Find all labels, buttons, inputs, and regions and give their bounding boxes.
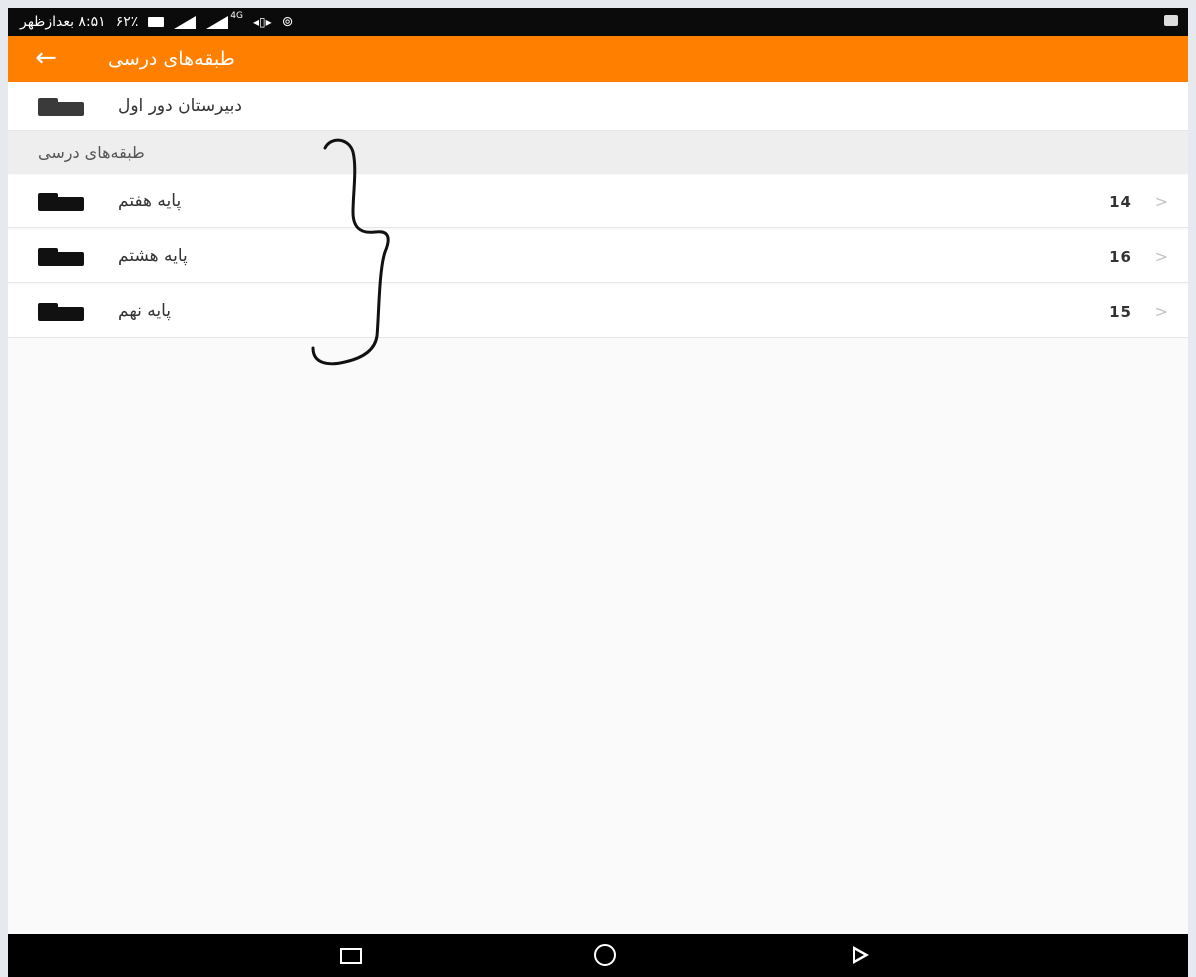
status-bar: ۸:۵۱ بعدازظهر ۶۲٪ 4G ◂▯▸ ⊚ bbox=[8, 8, 1188, 36]
folder-icon bbox=[38, 98, 84, 116]
item-count: 14 bbox=[1109, 193, 1132, 211]
notification-icon bbox=[1164, 15, 1178, 26]
arrow-left-icon: ← bbox=[35, 43, 57, 73]
section-title: طبقه‌های درسی bbox=[38, 143, 145, 162]
folder-icon bbox=[38, 303, 84, 321]
status-time: ۸:۵۱ بعدازظهر bbox=[20, 14, 106, 30]
battery-icon bbox=[148, 17, 165, 27]
item-count: 16 bbox=[1109, 248, 1132, 266]
signal-icon bbox=[206, 15, 229, 29]
school-label: دبیرستان دور اول bbox=[118, 96, 242, 116]
back-button[interactable]: ← bbox=[30, 42, 62, 74]
app-bar: ← طبقه‌های درسی bbox=[8, 36, 1188, 82]
home-icon[interactable] bbox=[594, 944, 616, 966]
folder-icon bbox=[38, 248, 84, 266]
status-right bbox=[1164, 15, 1178, 26]
navigation-bar bbox=[8, 934, 1188, 977]
list-item-school[interactable]: دبیرستان دور اول bbox=[8, 82, 1188, 131]
recent-apps-icon[interactable] bbox=[340, 948, 362, 964]
list-item-grade-8[interactable]: پایه هشتم 16 > bbox=[8, 230, 1188, 283]
vibrate-icon: ◂▯▸ bbox=[252, 15, 272, 29]
chevron-right-icon: > bbox=[1154, 302, 1168, 321]
status-left: ۸:۵۱ بعدازظهر ۶۲٪ 4G ◂▯▸ ⊚ bbox=[20, 11, 294, 32]
network-type: 4G bbox=[230, 11, 243, 21]
status-data-counter: ۶۲٪ bbox=[115, 14, 139, 30]
signal-icon bbox=[174, 15, 197, 29]
item-count: 15 bbox=[1109, 303, 1132, 321]
section-header: طبقه‌های درسی bbox=[8, 131, 1188, 174]
handwritten-brace-annotation bbox=[311, 138, 390, 366]
chevron-right-icon: > bbox=[1154, 247, 1168, 266]
folder-icon bbox=[38, 193, 84, 211]
list-item-grade-9[interactable]: پایه نهم 15 > bbox=[8, 285, 1188, 338]
grade-label: پایه نهم bbox=[118, 301, 172, 321]
back-icon[interactable] bbox=[853, 946, 869, 964]
page-title: طبقه‌های درسی bbox=[108, 48, 235, 70]
list-item-grade-7[interactable]: پایه هفتم 14 > bbox=[8, 175, 1188, 228]
chevron-right-icon: > bbox=[1154, 192, 1168, 211]
app-screen: ۸:۵۱ بعدازظهر ۶۲٪ 4G ◂▯▸ ⊚ ← طبقه‌های در… bbox=[8, 8, 1188, 977]
grade-label: پایه هفتم bbox=[118, 191, 182, 211]
hotspot-icon: ⊚ bbox=[281, 14, 294, 30]
grade-label: پایه هشتم bbox=[118, 246, 188, 266]
